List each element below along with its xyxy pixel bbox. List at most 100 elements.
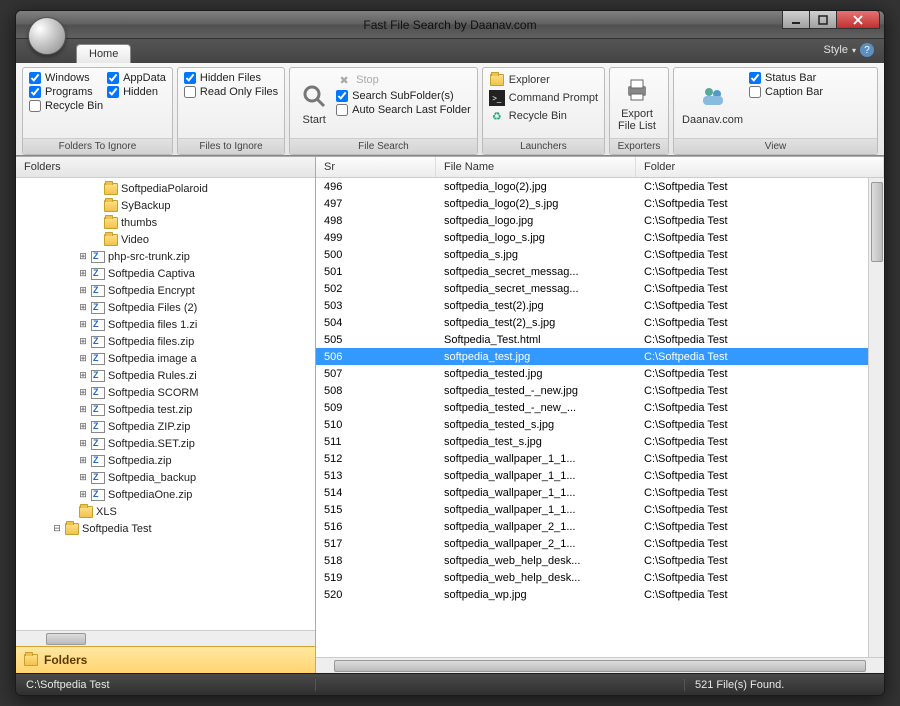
folders-footer-button[interactable]: Folders <box>16 646 315 673</box>
app-orb-button[interactable] <box>28 17 66 55</box>
table-row[interactable]: 497softpedia_logo(2)_s.jpgC:\Softpedia T… <box>316 195 884 212</box>
results-v-scrollbar[interactable] <box>868 178 884 657</box>
tree-item[interactable]: thumbs <box>16 214 315 231</box>
table-row[interactable]: 500softpedia_s.jpgC:\Softpedia Test <box>316 246 884 263</box>
table-row[interactable]: 504softpedia_test(2)_s.jpgC:\Softpedia T… <box>316 314 884 331</box>
results-h-scrollbar[interactable] <box>316 657 884 673</box>
tree-toggle-icon[interactable]: ⊞ <box>78 489 88 500</box>
tree-toggle-icon[interactable]: ⊞ <box>78 370 88 381</box>
tab-home[interactable]: Home <box>76 44 131 63</box>
stop-button[interactable]: ✖Stop <box>336 72 471 88</box>
tree-item[interactable]: ⊟Softpedia Test <box>16 520 315 537</box>
table-row[interactable]: 503softpedia_test(2).jpgC:\Softpedia Tes… <box>316 297 884 314</box>
table-row[interactable]: 516softpedia_wallpaper_2_1...C:\Softpedi… <box>316 518 884 535</box>
tree-item[interactable]: Video <box>16 231 315 248</box>
table-row[interactable]: 506softpedia_test.jpgC:\Softpedia Test <box>316 348 884 365</box>
tree-item[interactable]: ⊞Softpedia image a <box>16 350 315 367</box>
table-row[interactable]: 498softpedia_logo.jpgC:\Softpedia Test <box>316 212 884 229</box>
chk-recycle-bin[interactable]: Recycle Bin <box>29 100 103 112</box>
tree-item[interactable]: ⊞Softpedia Encrypt <box>16 282 315 299</box>
tree-item[interactable]: ⊞Softpedia SCORM <box>16 384 315 401</box>
table-row[interactable]: 515softpedia_wallpaper_1_1...C:\Softpedi… <box>316 501 884 518</box>
tree-h-scrollbar[interactable] <box>16 630 315 646</box>
tree-item[interactable]: ⊞php-src-trunk.zip <box>16 248 315 265</box>
group-view: Daanav.com Status Bar Caption Bar View <box>673 67 878 155</box>
tree-item[interactable]: XLS <box>16 503 315 520</box>
title-bar[interactable]: Fast File Search by Daanav.com <box>16 11 884 39</box>
tree-toggle-icon[interactable]: ⊞ <box>78 268 88 279</box>
tree-toggle-icon[interactable]: ⊞ <box>78 285 88 296</box>
tree-item[interactable]: ⊞Softpedia.SET.zip <box>16 435 315 452</box>
table-row[interactable]: 508softpedia_tested_-_new.jpgC:\Softpedi… <box>316 382 884 399</box>
chk-hidden-folders[interactable]: Hidden <box>107 86 166 98</box>
start-button[interactable]: Start <box>296 72 332 134</box>
tree-item[interactable]: ⊞Softpedia Rules.zi <box>16 367 315 384</box>
launcher-recycle[interactable]: ♻Recycle Bin <box>489 108 598 124</box>
col-sr[interactable]: Sr <box>316 157 436 177</box>
maximize-button[interactable] <box>809 10 837 29</box>
col-file-name[interactable]: File Name <box>436 157 636 177</box>
table-row[interactable]: 507softpedia_tested.jpgC:\Softpedia Test <box>316 365 884 382</box>
table-row[interactable]: 499softpedia_logo_s.jpgC:\Softpedia Test <box>316 229 884 246</box>
chk-appdata[interactable]: AppData <box>107 72 166 84</box>
table-row[interactable]: 518softpedia_web_help_desk...C:\Softpedi… <box>316 552 884 569</box>
tree-item[interactable]: ⊞Softpedia_backup <box>16 469 315 486</box>
table-row[interactable]: 519softpedia_web_help_desk...C:\Softpedi… <box>316 569 884 586</box>
zip-icon <box>91 370 105 382</box>
table-row[interactable]: 513softpedia_wallpaper_1_1...C:\Softpedi… <box>316 467 884 484</box>
table-row[interactable]: 502softpedia_secret_messag...C:\Softpedi… <box>316 280 884 297</box>
table-row[interactable]: 511softpedia_test_s.jpgC:\Softpedia Test <box>316 433 884 450</box>
table-row[interactable]: 517softpedia_wallpaper_2_1...C:\Softpedi… <box>316 535 884 552</box>
chk-auto-search[interactable]: Auto Search Last Folder <box>336 104 471 116</box>
tree-toggle-icon[interactable]: ⊞ <box>78 353 88 364</box>
daanav-link[interactable]: Daanav.com <box>680 72 745 134</box>
chk-windows[interactable]: Windows <box>29 72 103 84</box>
tree-toggle-icon[interactable]: ⊞ <box>78 472 88 483</box>
chk-search-subfolders[interactable]: Search SubFolder(s) <box>336 90 471 102</box>
minimize-button[interactable] <box>782 10 810 29</box>
tree-toggle-icon[interactable]: ⊞ <box>78 336 88 347</box>
close-button[interactable] <box>836 10 880 29</box>
tree-item[interactable]: ⊞SoftpediaOne.zip <box>16 486 315 503</box>
tree-toggle-icon[interactable]: ⊞ <box>78 438 88 449</box>
table-row[interactable]: 514softpedia_wallpaper_1_1...C:\Softpedi… <box>316 484 884 501</box>
tree-item[interactable]: ⊞Softpedia Files (2) <box>16 299 315 316</box>
launcher-explorer[interactable]: Explorer <box>489 72 598 88</box>
tree-toggle-icon[interactable]: ⊞ <box>78 319 88 330</box>
tree-toggle-icon[interactable]: ⊞ <box>78 302 88 313</box>
col-folder[interactable]: Folder <box>636 157 884 177</box>
tree-item[interactable]: ⊞Softpedia files.zip <box>16 333 315 350</box>
tree-toggle-icon[interactable]: ⊞ <box>78 251 88 262</box>
table-row[interactable]: 505Softpedia_Test.htmlC:\Softpedia Test <box>316 331 884 348</box>
tree-toggle-icon[interactable]: ⊞ <box>78 455 88 466</box>
chk-status-bar[interactable]: Status Bar <box>749 72 823 84</box>
help-icon[interactable]: ? <box>860 43 874 57</box>
style-dropdown[interactable]: Style ▾ ? <box>824 43 874 57</box>
table-row[interactable]: 496softpedia_logo(2).jpgC:\Softpedia Tes… <box>316 178 884 195</box>
tree-item[interactable]: ⊞Softpedia test.zip <box>16 401 315 418</box>
chk-hidden-files[interactable]: Hidden Files <box>184 72 278 84</box>
tree-item[interactable]: SyBackup <box>16 197 315 214</box>
tree-item[interactable]: SoftpediaPolaroid <box>16 180 315 197</box>
folder-tree[interactable]: SoftpediaPolaroidSyBackupthumbsVideo⊞php… <box>16 178 315 630</box>
tree-toggle-icon[interactable]: ⊞ <box>78 387 88 398</box>
tree-toggle-icon[interactable]: ⊞ <box>78 421 88 432</box>
tree-item[interactable]: ⊞Softpedia.zip <box>16 452 315 469</box>
table-row[interactable]: 509softpedia_tested_-_new_...C:\Softpedi… <box>316 399 884 416</box>
table-row[interactable]: 510softpedia_tested_s.jpgC:\Softpedia Te… <box>316 416 884 433</box>
tree-toggle-icon[interactable]: ⊟ <box>52 523 62 534</box>
tree-item[interactable]: ⊞Softpedia ZIP.zip <box>16 418 315 435</box>
export-button[interactable]: Export File List <box>616 72 658 134</box>
tree-item[interactable]: ⊞Softpedia Captiva <box>16 265 315 282</box>
chk-readonly-files[interactable]: Read Only Files <box>184 86 278 98</box>
table-body[interactable]: 496softpedia_logo(2).jpgC:\Softpedia Tes… <box>316 178 884 657</box>
table-row[interactable]: 512softpedia_wallpaper_1_1...C:\Softpedi… <box>316 450 884 467</box>
launcher-cmd[interactable]: >_Command Prompt <box>489 90 598 106</box>
table-row[interactable]: 501softpedia_secret_messag...C:\Softpedi… <box>316 263 884 280</box>
table-row[interactable]: 520softpedia_wp.jpgC:\Softpedia Test <box>316 586 884 603</box>
chk-programs[interactable]: Programs <box>29 86 103 98</box>
chk-caption-bar[interactable]: Caption Bar <box>749 86 823 98</box>
group-title: Launchers <box>483 138 604 154</box>
tree-toggle-icon[interactable]: ⊞ <box>78 404 88 415</box>
tree-item[interactable]: ⊞Softpedia files 1.zi <box>16 316 315 333</box>
